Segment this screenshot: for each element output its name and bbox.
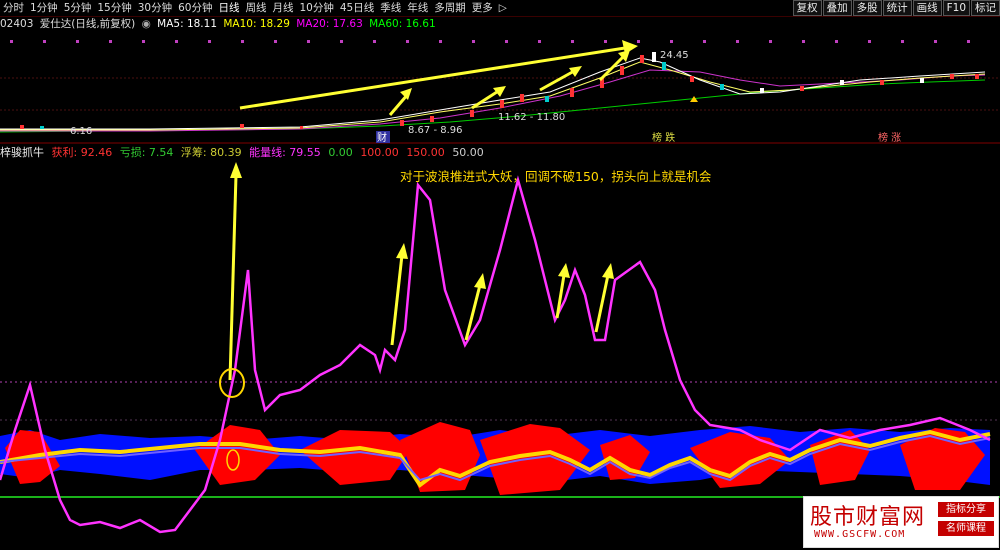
watermark-url: WWW.GSCFW.COM (814, 529, 906, 540)
watermark-logo: 股市财富网 指标分享 名师课程 WWW.GSCFW.COM (803, 496, 999, 548)
watermark-tag-2: 名师课程 (938, 521, 994, 536)
signal-arrows (228, 162, 614, 381)
watermark-main: 股市财富网 (810, 505, 926, 530)
indicator-chart[interactable] (0, 0, 1000, 550)
watermark-tag-1: 指标分享 (938, 502, 994, 517)
strategy-annotation: 对于波浪推进式大妖，回调不破150，拐头向上就是机会 (400, 169, 712, 184)
